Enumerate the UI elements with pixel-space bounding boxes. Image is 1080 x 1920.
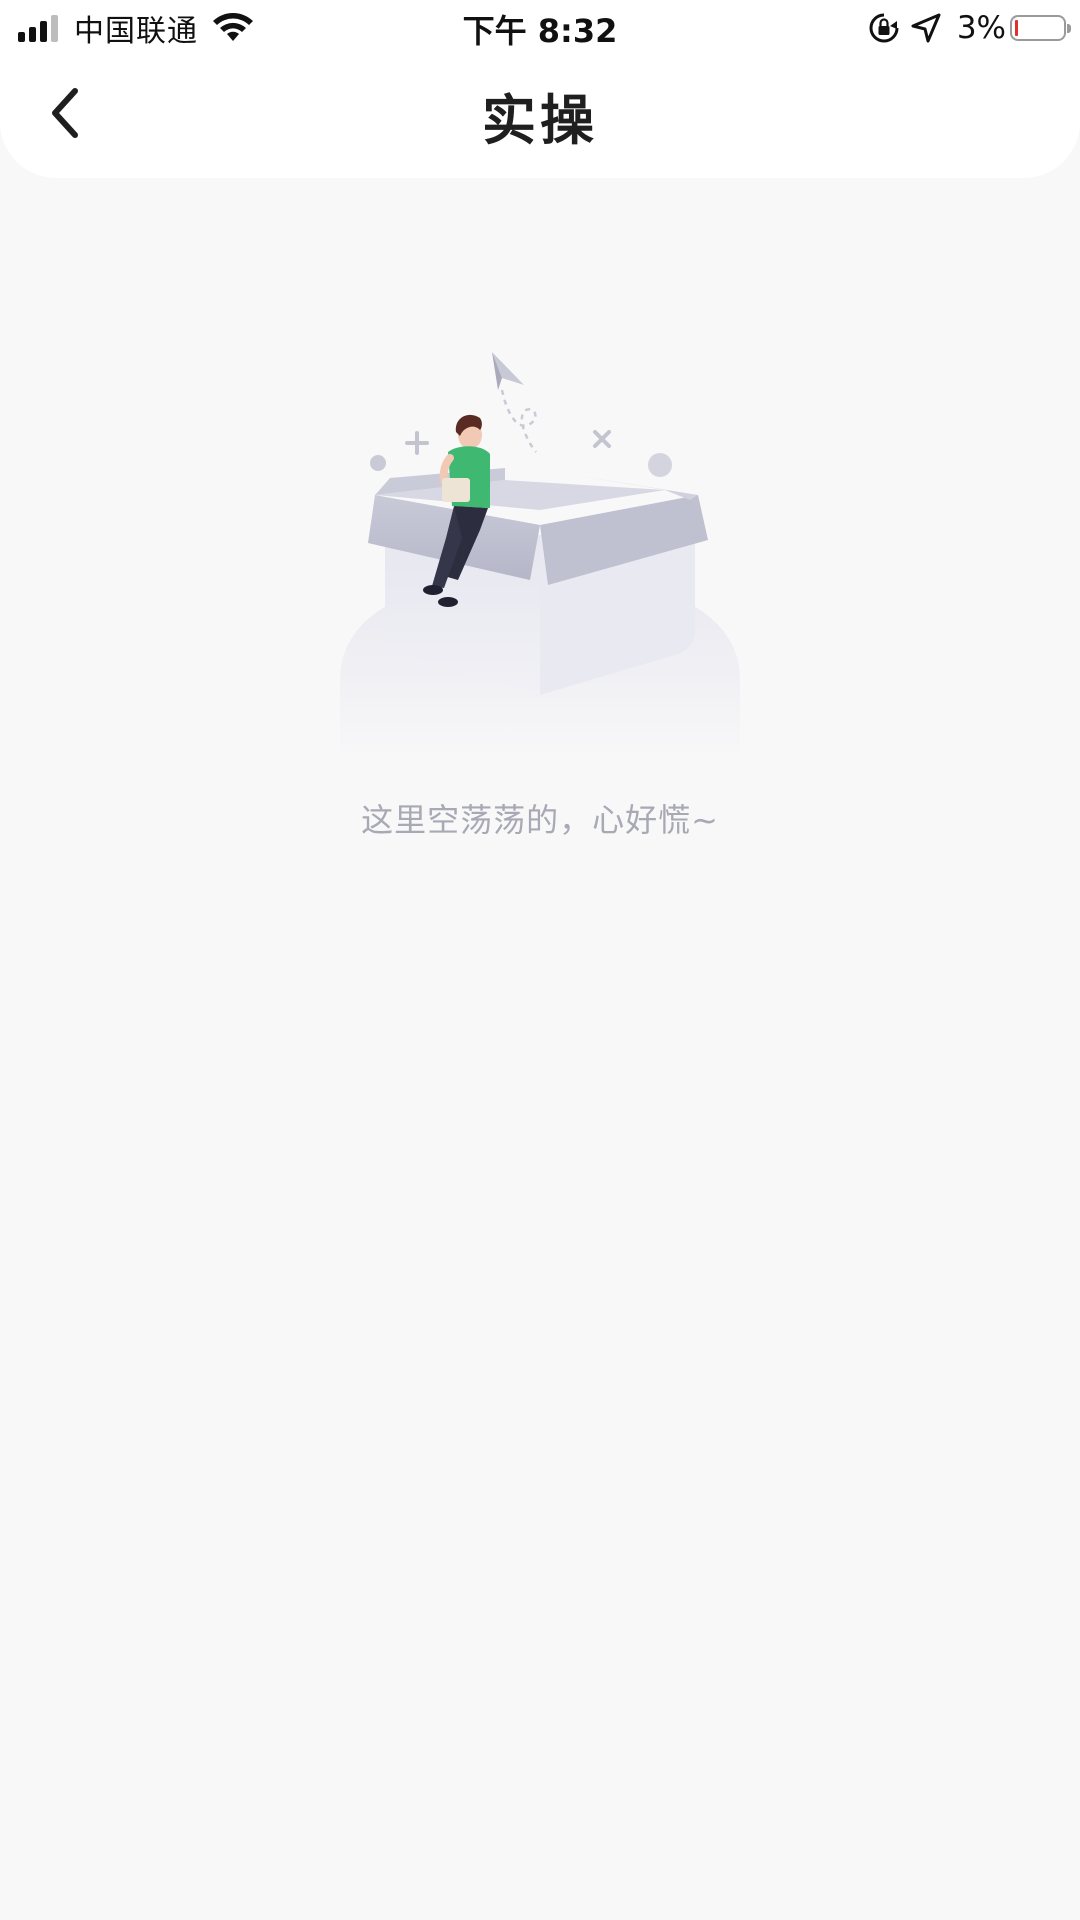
battery-icon bbox=[1010, 15, 1071, 41]
empty-state-message: 这里空荡荡的，心好慌~ bbox=[361, 801, 719, 839]
screen: 中国联通 下午 8:32 3% 实操 这里空荡荡的，心好慌~ bbox=[0, 0, 1080, 1920]
status-bar: 中国联通 下午 8:32 3% bbox=[0, 0, 1080, 56]
page-title: 实操 bbox=[482, 89, 598, 152]
location-arrow-icon bbox=[911, 13, 941, 43]
header: 中国联通 下午 8:32 3% 实操 bbox=[0, 0, 1080, 178]
status-bar-right: 3% bbox=[867, 8, 1071, 48]
empty-box-illustration bbox=[340, 352, 740, 760]
battery-percent: 3% bbox=[956, 10, 1006, 46]
orientation-lock-icon bbox=[869, 13, 899, 43]
